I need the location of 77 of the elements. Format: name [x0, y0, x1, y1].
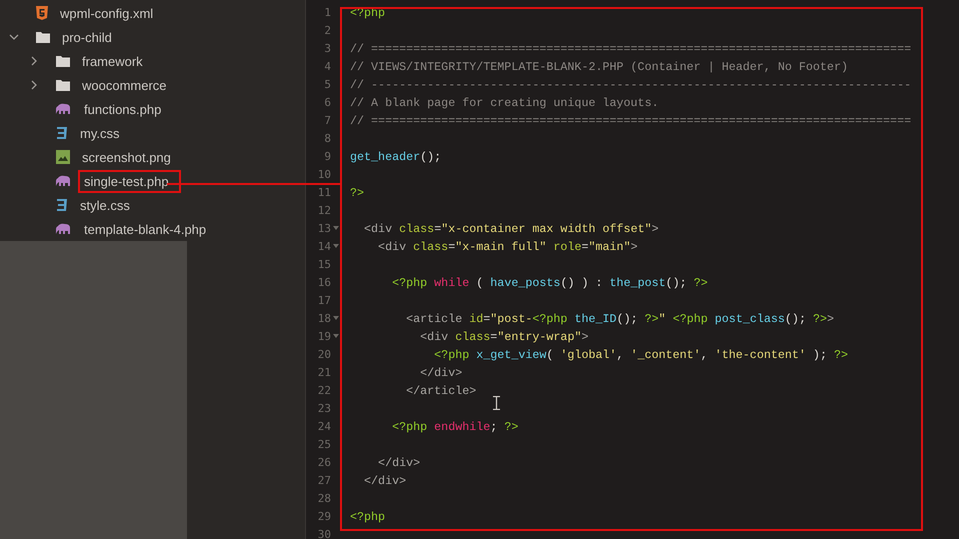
line-number: 1 [324, 6, 331, 18]
line-number: 26 [318, 456, 331, 468]
fold-marker-icon[interactable] [333, 333, 339, 339]
code-line: <?php [350, 510, 386, 524]
line-number: 19 [318, 330, 331, 342]
code-line: <div class="x-main full" role="main"> [377, 240, 638, 254]
line-number: 18 [318, 312, 331, 324]
line-number: 8 [324, 132, 331, 144]
file-name[interactable]: template-blank-4.php [78, 218, 212, 240]
code-line: </div> [419, 366, 462, 380]
code-line: <?php endwhile; ?> [391, 420, 518, 434]
code-line: <?php x_get_view( 'global', '_content', 'the-content' ); ?> [433, 348, 848, 362]
elephant-icon [56, 103, 72, 115]
chevron-icon[interactable] [9, 32, 19, 42]
elephant-icon [56, 175, 72, 187]
file-name[interactable]: screenshot.png [76, 146, 177, 168]
line-number: 5 [324, 78, 331, 90]
chevron-icon[interactable] [29, 80, 39, 90]
folder-icon [36, 31, 50, 43]
css-icon [56, 198, 68, 212]
code-line: <article id="post-<?php the_ID(); ?>" <?php post_class(); ?>> [405, 312, 834, 326]
code-line: // ----------------------------------------------------------------------------- [350, 78, 912, 92]
elephant-icon [56, 223, 72, 235]
line-number: 25 [318, 438, 331, 450]
line-number: 22 [318, 384, 331, 396]
line-number: 30 [318, 528, 331, 539]
code-line: </article> [405, 384, 476, 398]
file-name[interactable]: pro-child [56, 26, 118, 48]
code-line: // ============================================================================= [350, 114, 912, 128]
line-number: 28 [318, 492, 331, 504]
line-number: 20 [318, 348, 331, 360]
code-line: <div class="entry-wrap"> [419, 330, 588, 344]
file-name[interactable]: functions.php [78, 98, 168, 120]
folder-icon [56, 79, 70, 91]
code-line: ?> [350, 186, 364, 200]
line-number: 9 [324, 150, 331, 162]
line-number: 16 [318, 276, 331, 288]
fold-marker-icon[interactable] [333, 243, 339, 249]
line-number: 6 [324, 96, 331, 108]
fold-marker-icon[interactable] [333, 315, 339, 321]
code-line: </div> [363, 474, 406, 488]
fold-marker-icon[interactable] [333, 225, 339, 231]
file-name[interactable]: framework [76, 50, 149, 72]
line-number: 13 [318, 222, 331, 234]
css-icon [56, 126, 68, 140]
file-name[interactable]: wpml-config.xml [54, 2, 160, 24]
folder-icon [56, 55, 70, 67]
line-number: 27 [318, 474, 331, 486]
line-number: 7 [324, 114, 331, 126]
code-line: <div class="x-container max width offset"> [363, 222, 659, 236]
line-number: 29 [318, 510, 331, 522]
line-number: 2 [324, 24, 331, 36]
code-line: <?php while ( have_posts() ) : the_post(); ?> [391, 276, 708, 290]
line-number: 11 [318, 186, 331, 198]
line-number: 21 [318, 366, 331, 378]
code-line: // VIEWS/INTEGRITY/TEMPLATE-BLANK-2.PHP (Container | Header, No Footer) [350, 60, 848, 74]
line-number: 3 [324, 42, 331, 54]
line-number: 10 [318, 168, 331, 180]
line-number: 23 [318, 402, 331, 414]
line-number: 12 [318, 204, 331, 216]
image-icon [56, 150, 70, 164]
code-line: </div> [377, 456, 420, 470]
code-line: // A blank page for creating unique layouts. [350, 96, 659, 110]
line-number: 14 [318, 240, 331, 252]
line-number: 4 [324, 60, 331, 72]
html5-icon [36, 6, 48, 20]
file-name[interactable]: my.css [74, 122, 126, 144]
file-name[interactable]: single-test.php [78, 170, 181, 192]
code-line: // ============================================================================= [350, 42, 912, 56]
code-line: get_header(); [350, 150, 442, 164]
chevron-icon[interactable] [29, 56, 39, 66]
text-cursor-icon [493, 396, 500, 410]
line-number: 17 [318, 294, 331, 306]
line-number: 24 [318, 420, 331, 432]
file-name[interactable]: style.css [74, 194, 136, 216]
file-name[interactable]: woocommerce [76, 74, 173, 96]
line-number: 15 [318, 258, 331, 270]
